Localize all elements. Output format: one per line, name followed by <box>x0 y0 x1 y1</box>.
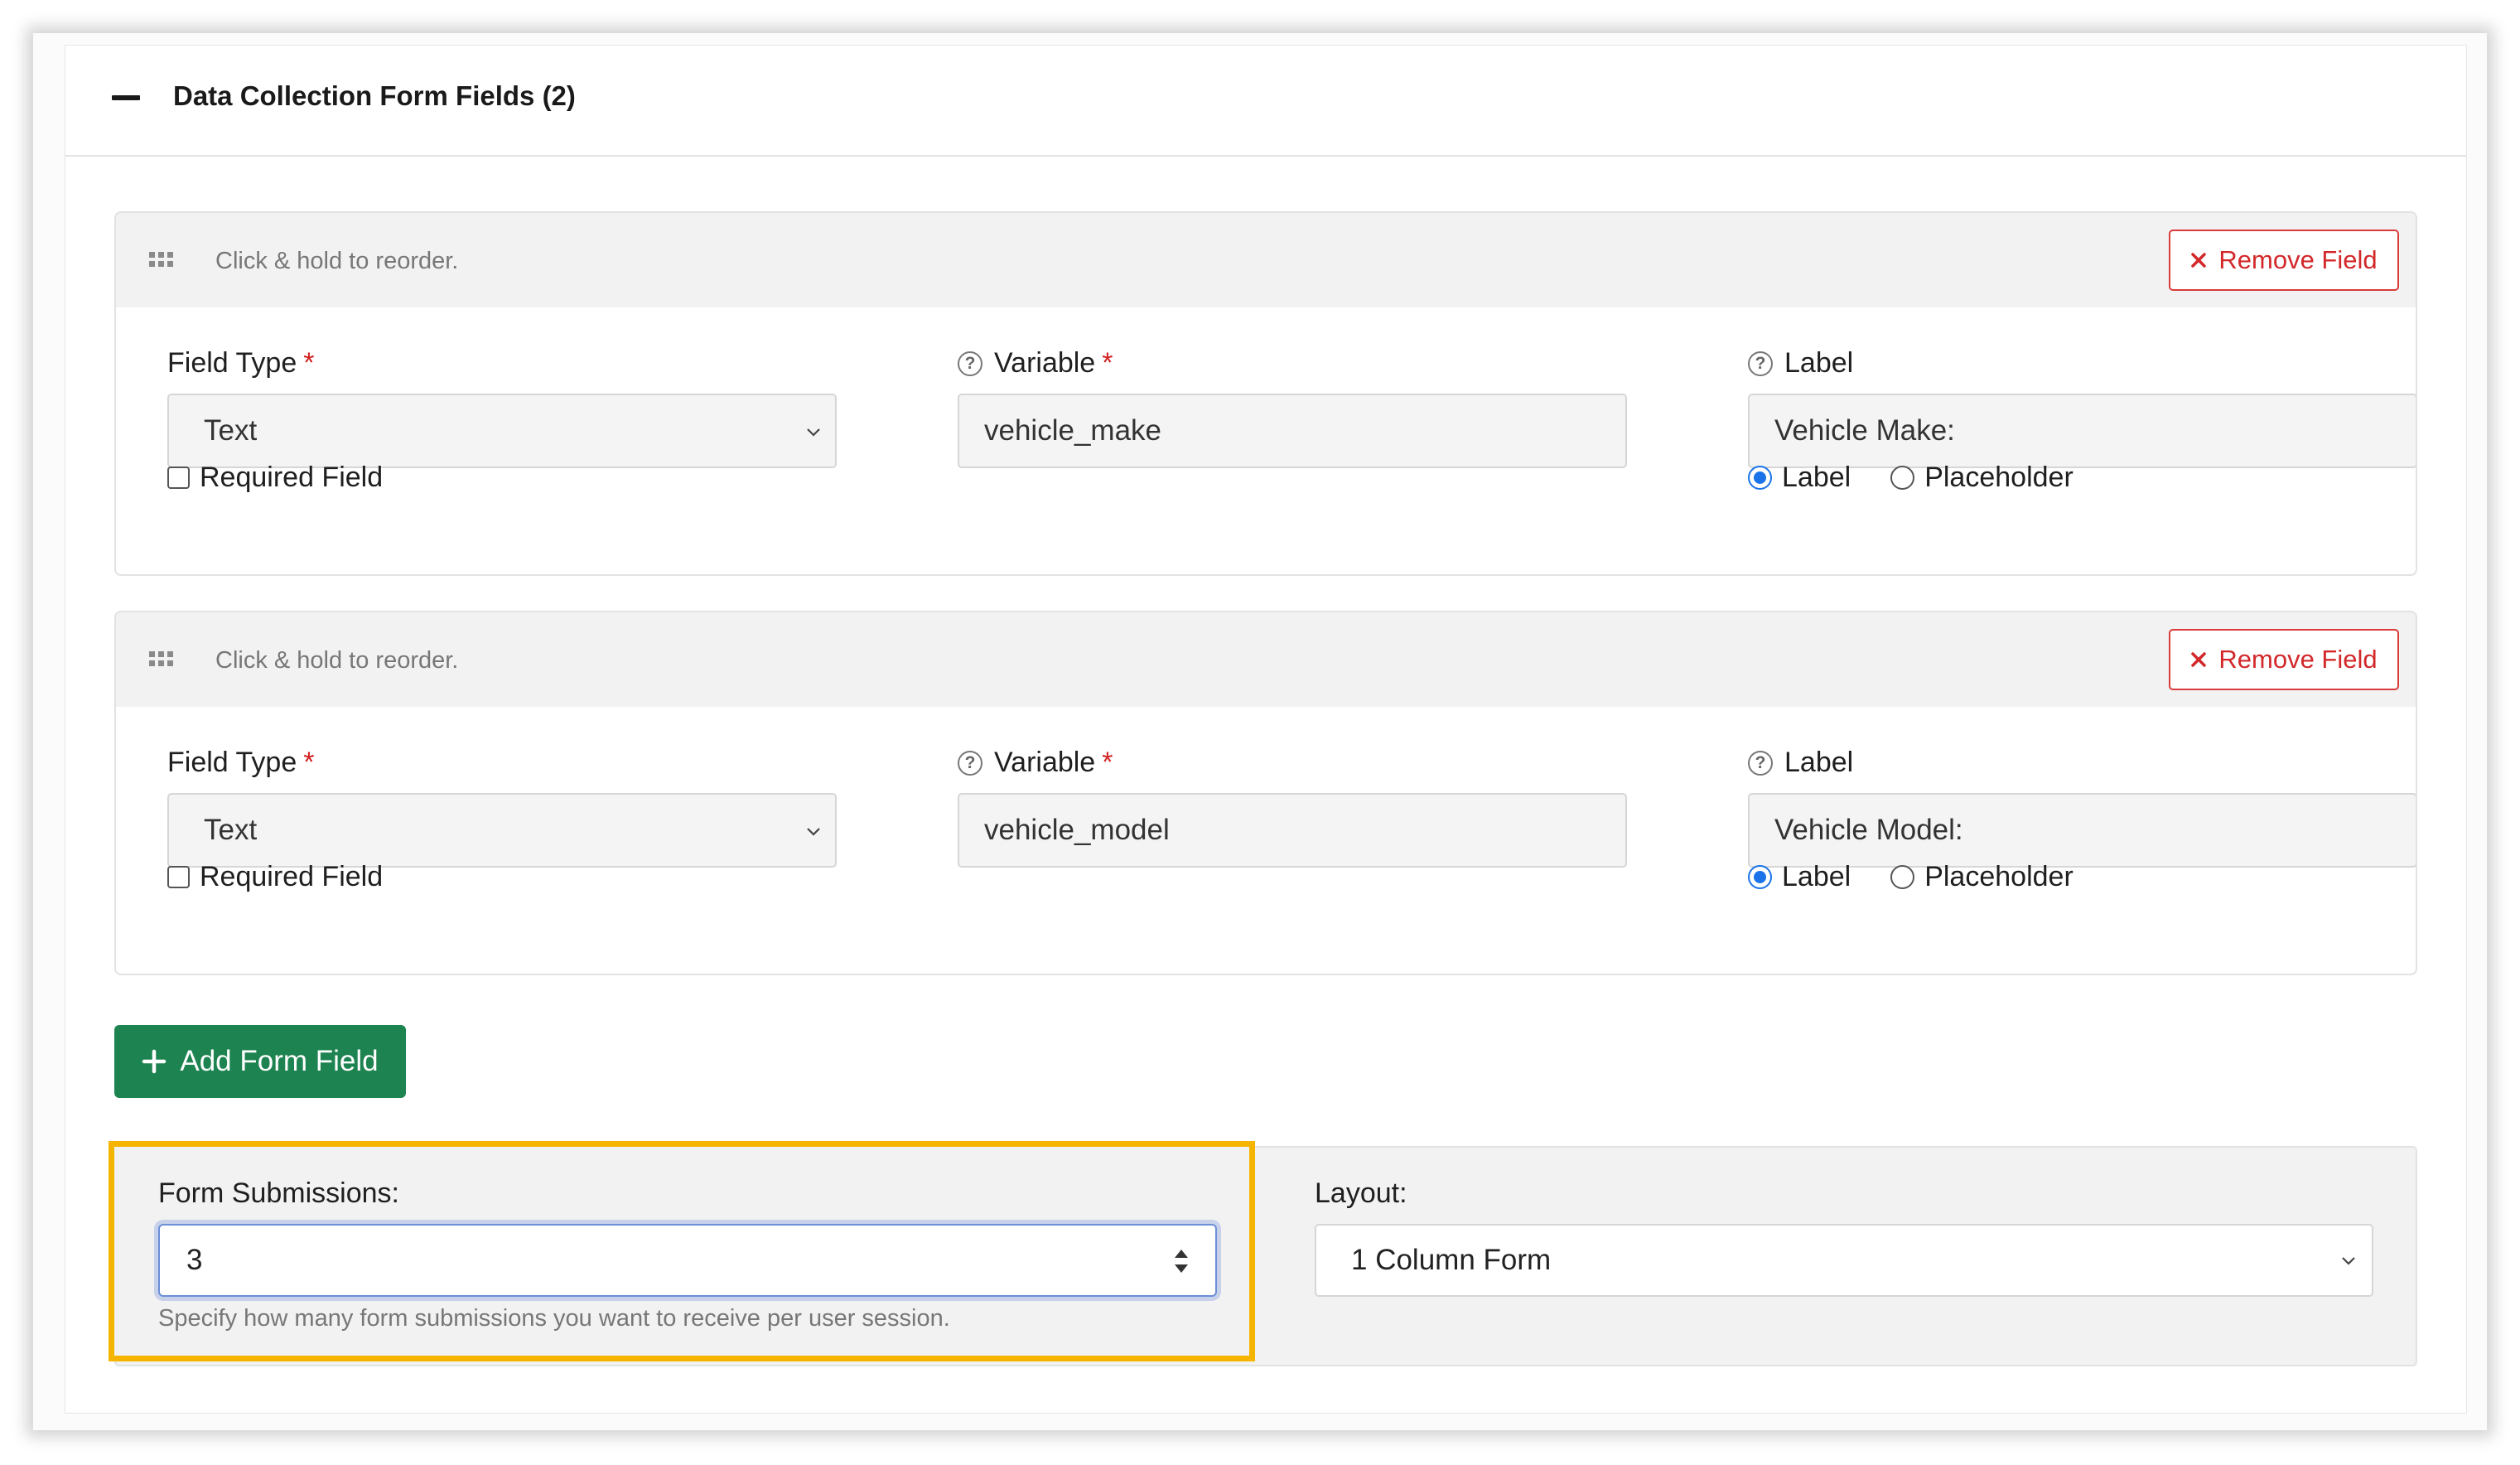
question-circle-icon[interactable]: ? <box>958 351 982 376</box>
chevron-down-icon <box>807 828 820 836</box>
radio-label-option[interactable] <box>1748 865 1772 889</box>
grip-icon[interactable] <box>149 651 174 666</box>
field-type-label: Field Type <box>167 747 297 778</box>
plus-icon <box>142 1049 167 1074</box>
required-field-checkbox[interactable] <box>167 866 190 888</box>
required-field-checkbox-row[interactable]: Required Field <box>167 861 383 893</box>
remove-field-button[interactable]: Remove Field <box>2169 629 2399 690</box>
radio-label-option[interactable] <box>1748 466 1772 490</box>
required-star: * <box>303 347 315 379</box>
label-label-row: ? Label <box>1748 747 1853 779</box>
required-star: * <box>1102 747 1113 778</box>
field-type-label-row: Field Type * <box>167 747 314 779</box>
label-input[interactable]: Vehicle Model: <box>1748 793 2416 868</box>
radio-placeholder-text[interactable]: Placeholder <box>1924 462 2073 494</box>
display-radio-group: Label Placeholder <box>1748 861 2073 893</box>
label-value: Vehicle Model: <box>1774 814 1963 846</box>
add-form-field-button[interactable]: Add Form Field <box>114 1025 406 1098</box>
form-submissions-value: 3 <box>186 1244 203 1276</box>
form-submissions-input[interactable]: 3 <box>158 1224 1217 1297</box>
required-star: * <box>1102 347 1113 379</box>
layout-select[interactable]: 1 Column Form <box>1315 1224 2373 1297</box>
variable-value: vehicle_model <box>984 814 1170 846</box>
drag-handle-bar[interactable]: Click & hold to reorder. Remove Field <box>116 213 2416 307</box>
field-type-select[interactable]: Text <box>167 394 837 468</box>
required-field-label: Required Field <box>200 861 384 892</box>
spinner-arrows-icon[interactable] <box>1172 1245 1190 1277</box>
variable-input[interactable]: vehicle_make <box>958 394 1627 468</box>
remove-field-label: Remove Field <box>2218 645 2378 674</box>
variable-input[interactable]: vehicle_model <box>958 793 1627 868</box>
question-circle-icon[interactable]: ? <box>1748 750 1773 776</box>
close-icon <box>2191 253 2207 268</box>
field-type-select[interactable]: Text <box>167 793 837 868</box>
close-icon <box>2191 652 2207 667</box>
minus-icon[interactable] <box>112 95 140 100</box>
chevron-down-icon <box>2342 1257 2355 1265</box>
radio-placeholder-option[interactable] <box>1890 865 1915 889</box>
label-label: Label <box>1784 347 1854 379</box>
field-type-label: Field Type <box>167 347 297 379</box>
radio-label-text[interactable]: Label <box>1782 462 1851 494</box>
required-field-checkbox[interactable] <box>167 467 190 489</box>
reorder-hint: Click & hold to reorder. <box>215 647 459 674</box>
radio-placeholder-text[interactable]: Placeholder <box>1924 861 2073 893</box>
variable-label-row: ? Variable * <box>958 747 1113 779</box>
form-field-card: Click & hold to reorder. Remove Field Fi… <box>114 611 2417 975</box>
label-input[interactable]: Vehicle Make: <box>1748 394 2416 468</box>
grip-icon[interactable] <box>149 252 174 267</box>
label-label: Label <box>1784 747 1854 778</box>
label-value: Vehicle Make: <box>1774 414 1955 447</box>
form-fields-panel: Data Collection Form Fields (2) Click & … <box>65 45 2467 1414</box>
variable-value: vehicle_make <box>984 414 1161 447</box>
reorder-hint: Click & hold to reorder. <box>215 248 459 274</box>
form-field-card: Click & hold to reorder. Remove Field Fi… <box>114 211 2417 576</box>
display-radio-group: Label Placeholder <box>1748 462 2073 494</box>
remove-field-button[interactable]: Remove Field <box>2169 230 2399 291</box>
required-field-checkbox-row[interactable]: Required Field <box>167 462 383 494</box>
layout-value: 1 Column Form <box>1351 1244 1552 1276</box>
drag-handle-bar[interactable]: Click & hold to reorder. Remove Field <box>116 612 2416 707</box>
variable-label-row: ? Variable * <box>958 347 1113 380</box>
add-form-field-label: Add Form Field <box>180 1045 379 1077</box>
field-type-label-row: Field Type * <box>167 347 314 380</box>
required-field-label: Required Field <box>200 462 384 493</box>
variable-label: Variable <box>994 747 1096 778</box>
variable-label: Variable <box>994 347 1096 379</box>
field-type-value: Text <box>204 814 258 846</box>
layout-label: Layout: <box>1315 1177 1407 1209</box>
radio-placeholder-option[interactable] <box>1890 466 1915 490</box>
form-submissions-label: Form Submissions: <box>158 1177 399 1209</box>
question-circle-icon[interactable]: ? <box>1748 351 1773 376</box>
form-submissions-hint: Specify how many form submissions you wa… <box>158 1305 950 1332</box>
panel-title: Data Collection Form Fields (2) <box>173 80 576 111</box>
question-circle-icon[interactable]: ? <box>958 750 982 776</box>
required-star: * <box>303 747 315 778</box>
panel-header[interactable]: Data Collection Form Fields (2) <box>65 46 2466 157</box>
label-label-row: ? Label <box>1748 347 1853 380</box>
remove-field-label: Remove Field <box>2218 245 2378 274</box>
radio-label-text[interactable]: Label <box>1782 861 1851 893</box>
field-type-value: Text <box>204 414 258 447</box>
chevron-down-icon <box>807 428 820 437</box>
